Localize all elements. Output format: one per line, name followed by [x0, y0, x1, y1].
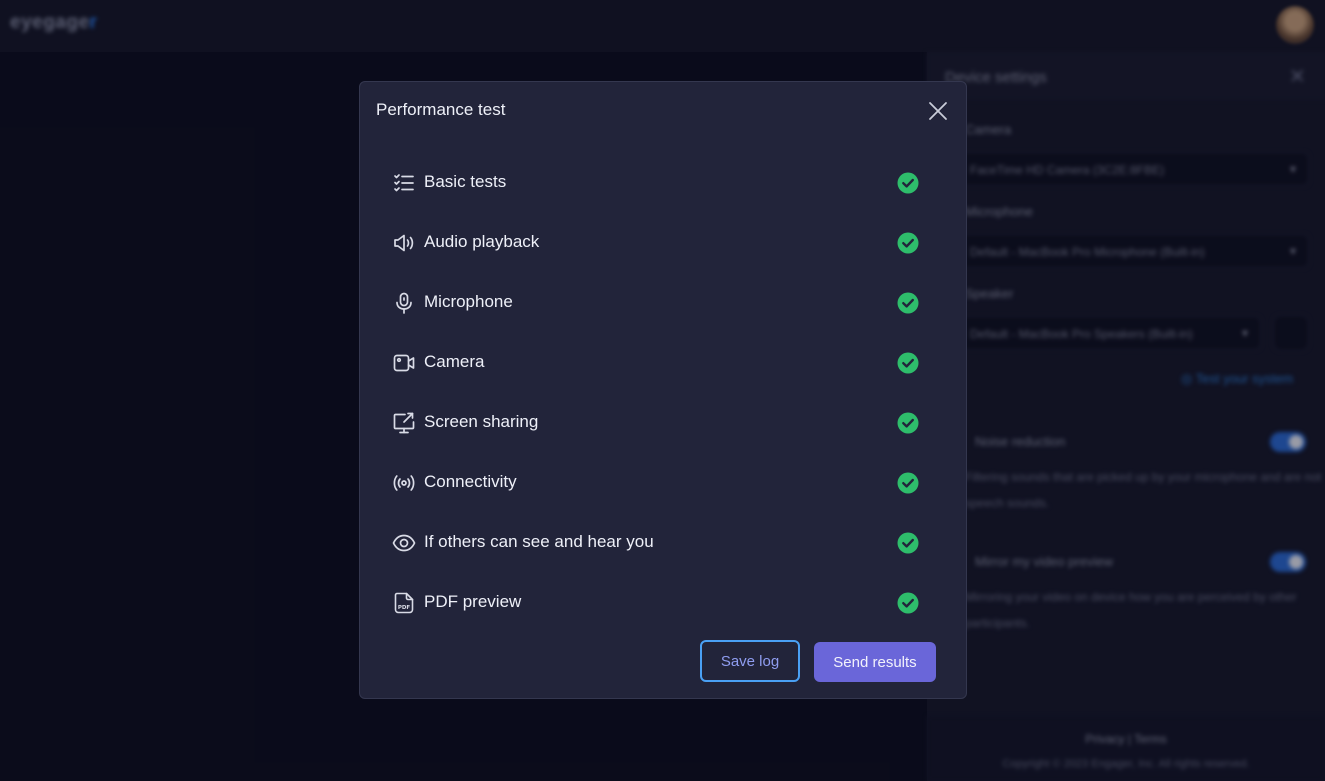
- check-circle-icon: [897, 352, 919, 374]
- test-label: If others can see and hear you: [424, 532, 654, 551]
- list-item: Screen sharing: [360, 392, 968, 452]
- test-label: Audio playback: [424, 232, 540, 251]
- app-root: eyegager Device settings ✕ Camera FaceTi…: [0, 0, 1325, 781]
- test-label: PDF preview: [424, 592, 522, 611]
- list-item: PDF PDF preview: [360, 572, 968, 632]
- send-results-button[interactable]: Send results: [814, 642, 936, 682]
- test-label: Camera: [424, 352, 485, 371]
- list-item: Basic tests: [360, 152, 968, 212]
- check-circle-icon: [897, 532, 919, 554]
- check-circle-icon: [897, 232, 919, 254]
- eye-icon: [392, 531, 416, 555]
- signal-icon: [392, 471, 416, 495]
- svg-text:PDF: PDF: [398, 605, 411, 611]
- screen-share-icon: [392, 411, 416, 435]
- check-circle-icon: [897, 472, 919, 494]
- microphone-icon: [392, 291, 416, 315]
- test-label: Connectivity: [424, 472, 517, 491]
- save-log-button[interactable]: Save log: [700, 640, 800, 682]
- test-label: Screen sharing: [424, 412, 539, 431]
- speaker-icon: [392, 231, 416, 255]
- check-circle-icon: [897, 412, 919, 434]
- performance-test-dialog: Performance test Basic tests Audio playb…: [359, 81, 967, 699]
- camera-icon: [392, 351, 416, 375]
- list-item: Camera: [360, 332, 968, 392]
- check-circle-icon: [897, 292, 919, 314]
- check-circle-icon: [897, 172, 919, 194]
- list-item: Microphone: [360, 272, 968, 332]
- list-item: Connectivity: [360, 452, 968, 512]
- dialog-title: Performance test: [376, 100, 506, 119]
- list-item: If others can see and hear you: [360, 512, 968, 572]
- pdf-file-icon: PDF: [392, 591, 416, 615]
- list-item: Audio playback: [360, 212, 968, 272]
- test-label: Basic tests: [424, 172, 507, 191]
- close-icon[interactable]: [926, 99, 950, 123]
- check-circle-icon: [897, 592, 919, 614]
- checklist-icon: [392, 171, 416, 195]
- test-list: Basic tests Audio playback Microphone Ca…: [360, 152, 968, 632]
- test-label: Microphone: [424, 292, 513, 311]
